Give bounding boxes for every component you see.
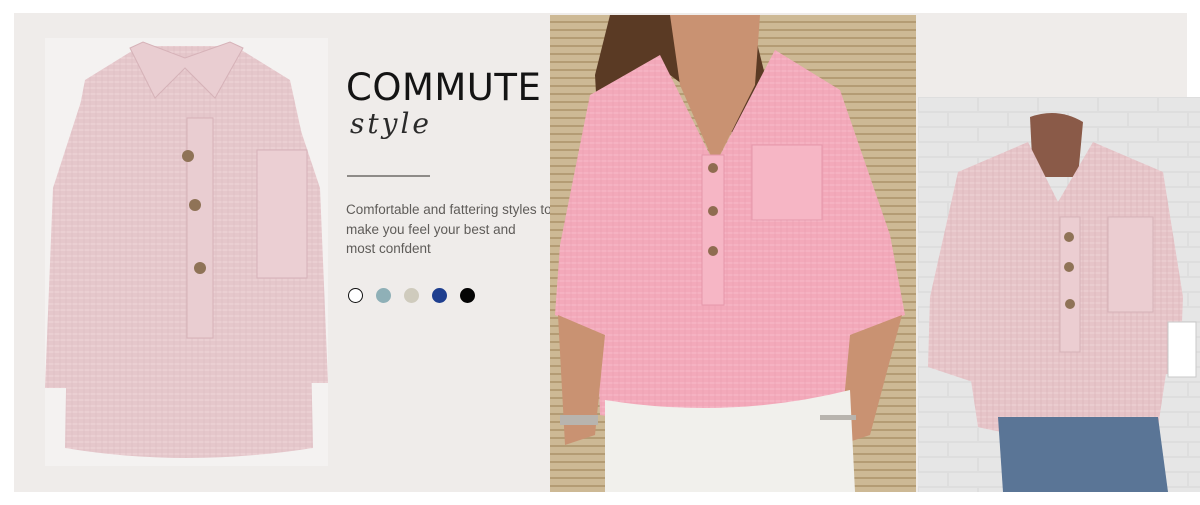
description-line: make you feel your best and [346, 221, 516, 237]
headline-commute: COMMUTE [346, 66, 542, 109]
description-line: Comfortable and fattering styles to [346, 202, 552, 217]
swatch-beige[interactable] [404, 288, 419, 303]
promo-description: Comfortable and fattering styles to make… [346, 200, 552, 259]
divider-line [347, 175, 430, 177]
swatch-white[interactable] [348, 288, 363, 303]
product-flatlay-photo[interactable] [45, 38, 328, 466]
mannequin-shirt-photo[interactable] [918, 97, 1200, 492]
description-line: most confdent [346, 241, 431, 256]
swatch-navy[interactable] [432, 288, 447, 303]
model-wearing-shirt-photo[interactable] [550, 15, 916, 492]
swatch-light-blue[interactable] [376, 288, 391, 303]
color-swatches [348, 288, 475, 303]
script-style-text: style [350, 107, 432, 140]
swatch-black[interactable] [460, 288, 475, 303]
